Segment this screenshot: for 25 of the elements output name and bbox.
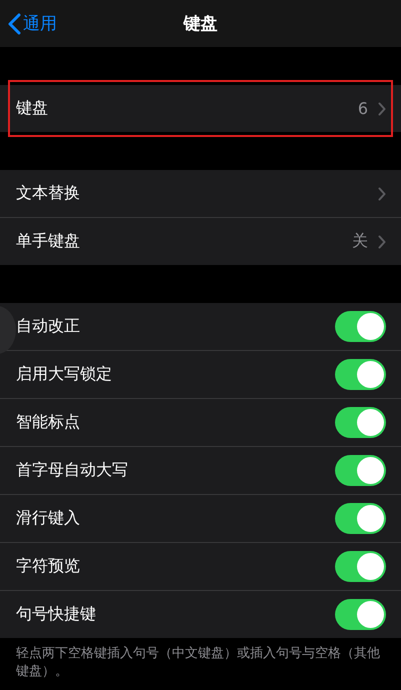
toggle-switch[interactable] bbox=[335, 455, 386, 486]
chevron-left-icon bbox=[8, 12, 21, 34]
row-label: 启用大写锁定 bbox=[16, 364, 113, 385]
row-label: 句号快捷键 bbox=[16, 604, 97, 625]
row-label: 首字母自动大写 bbox=[16, 460, 129, 481]
back-button[interactable]: 通用 bbox=[8, 0, 57, 47]
row-label: 自动改正 bbox=[16, 316, 81, 337]
row-value: 6 bbox=[358, 99, 368, 118]
toggle-switch[interactable] bbox=[335, 359, 386, 390]
row-label: 字符预览 bbox=[16, 556, 81, 577]
row-label: 智能标点 bbox=[16, 412, 81, 433]
row-label: 滑行键入 bbox=[16, 508, 81, 529]
chevron-right-icon bbox=[378, 102, 386, 116]
toggle-switch[interactable] bbox=[335, 551, 386, 582]
page-title: 键盘 bbox=[184, 13, 218, 35]
toggle-switch[interactable] bbox=[335, 311, 386, 342]
chevron-right-icon bbox=[378, 234, 386, 248]
toggle-switch[interactable] bbox=[335, 503, 386, 534]
toggle-switch[interactable] bbox=[335, 599, 386, 630]
row-value: 关 bbox=[352, 231, 368, 252]
toggle-switch[interactable] bbox=[335, 407, 386, 438]
footer-note: 轻点两下空格键插入句号（中文键盘）或插入句号与空格（其他键盘）。 bbox=[15, 645, 381, 681]
row-label[interactable]: 单手键盘 bbox=[16, 231, 342, 252]
row-label[interactable]: 键盘 bbox=[16, 98, 348, 119]
chevron-right-icon bbox=[378, 186, 386, 200]
